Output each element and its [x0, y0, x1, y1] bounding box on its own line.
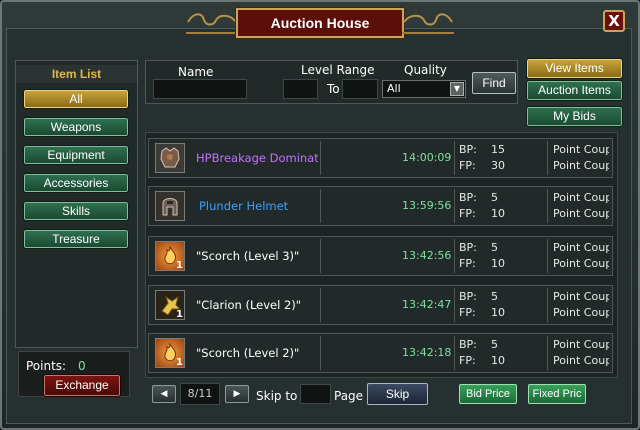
bp-currency: Point Coup	[553, 143, 609, 156]
fp-currency: Point Coup	[553, 354, 609, 367]
bp-value: 5	[491, 338, 498, 351]
scorch-skill-icon: 1	[155, 241, 185, 271]
item-time-left: 13:42:56	[402, 249, 452, 262]
item-time-left: 14:00:09	[402, 151, 452, 164]
item-time-left: 13:42:18	[402, 346, 452, 359]
view-items-button[interactable]: View Items	[526, 58, 623, 79]
chevron-down-icon[interactable]: ▼	[450, 82, 464, 96]
fp-label: FP:	[459, 159, 476, 172]
bp-label: BP:	[459, 241, 477, 254]
quality-select-value: All	[387, 82, 401, 95]
title-ornament-right	[402, 10, 454, 34]
fp-currency: Point Coup	[553, 306, 609, 319]
skip-page-input[interactable]	[300, 384, 331, 404]
item-name: HPBreakage Dominato	[196, 151, 318, 165]
bp-value: 5	[491, 191, 498, 204]
fp-currency: Point Coup	[553, 207, 609, 220]
item-name: Plunder Helmet	[199, 199, 289, 213]
bp-currency: Point Coup	[553, 241, 609, 254]
my-bids-button[interactable]: My Bids	[526, 106, 623, 127]
category-equipment-button[interactable]: Equipment	[23, 145, 129, 165]
bp-currency: Point Coup	[553, 290, 609, 303]
find-button-label: Find	[482, 76, 506, 90]
fp-label: FP:	[459, 354, 476, 367]
fp-label: FP:	[459, 306, 476, 319]
fixed-price-button[interactable]: Fixed Pric	[528, 384, 586, 404]
category-all-button[interactable]: All	[23, 89, 129, 109]
scorch-skill-icon: 1	[155, 338, 185, 368]
category-treasure-button[interactable]: Treasure	[23, 229, 129, 249]
bp-label: BP:	[459, 191, 477, 204]
name-label: Name	[178, 65, 214, 79]
chevron-right-icon: ▶	[233, 389, 241, 399]
category-weapons-button[interactable]: Weapons	[23, 117, 129, 137]
item-quantity: 1	[176, 309, 183, 320]
exchange-button[interactable]: Exchange	[43, 374, 121, 397]
category-accessories-button[interactable]: Accessories	[23, 173, 129, 193]
fp-label: FP:	[459, 257, 476, 270]
auction-items-button[interactable]: Auction Items	[526, 80, 623, 101]
quality-label: Quality	[404, 63, 447, 77]
window-title: Auction House	[235, 7, 405, 39]
item-quantity: 1	[176, 260, 183, 271]
bp-label: BP:	[459, 338, 477, 351]
chevron-left-icon: ◀	[160, 389, 168, 399]
name-input[interactable]	[153, 79, 247, 99]
item-list-title: Item List	[16, 65, 137, 83]
bp-label: BP:	[459, 290, 477, 303]
bp-value: 5	[491, 241, 498, 254]
to-label: To	[327, 82, 340, 96]
item-name: "Scorch (Level 2)"	[196, 346, 300, 360]
skip-button[interactable]: Skip	[367, 383, 428, 405]
page-label: Page	[334, 389, 364, 403]
title-ornament-left	[186, 10, 238, 34]
points-label: Points:	[26, 359, 67, 373]
next-page-button[interactable]: ▶	[225, 385, 249, 403]
fp-value: 10	[491, 257, 505, 270]
bp-currency: Point Coup	[553, 338, 609, 351]
armor-icon	[155, 143, 185, 173]
category-skills-button[interactable]: Skills	[23, 201, 129, 221]
item-time-left: 13:59:56	[402, 199, 452, 212]
fp-value: 10	[491, 207, 505, 220]
auction-row[interactable]: 1 "Scorch (Level 2)" 13:42:18 BP: 5 FP: …	[148, 333, 613, 373]
bp-currency: Point Coup	[553, 191, 609, 204]
skip-to-label: Skip to	[256, 389, 298, 403]
auction-row[interactable]: Plunder Helmet 13:59:56 BP: 5 FP: 10 Poi…	[148, 186, 613, 226]
level-range-label: Level Range	[301, 63, 375, 77]
item-name: "Clarion (Level 2)"	[196, 298, 302, 312]
auction-row[interactable]: 1 "Clarion (Level 2)" 13:42:47 BP: 5 FP:…	[148, 285, 613, 325]
fp-currency: Point Coup	[553, 159, 609, 172]
auction-row[interactable]: HPBreakage Dominato 14:00:09 BP: 15 FP: …	[148, 138, 613, 178]
fp-value: 10	[491, 306, 505, 319]
previous-page-button[interactable]: ◀	[152, 385, 176, 403]
bid-price-button[interactable]: Bid Price	[459, 384, 517, 404]
page-indicator: 8/11	[180, 383, 220, 405]
fp-label: FP:	[459, 207, 476, 220]
helmet-icon	[155, 191, 185, 221]
close-button[interactable]: X	[603, 10, 625, 32]
bp-value: 5	[491, 290, 498, 303]
level-min-input[interactable]	[283, 79, 318, 99]
points-value: 0	[78, 359, 86, 373]
bp-value: 15	[491, 143, 505, 156]
bp-label: BP:	[459, 143, 477, 156]
fp-currency: Point Coup	[553, 257, 609, 270]
fp-value: 30	[491, 159, 505, 172]
fp-value: 10	[491, 354, 505, 367]
close-icon: X	[608, 12, 620, 30]
quality-select[interactable]: All ▼	[382, 80, 466, 98]
item-time-left: 13:42:47	[402, 298, 452, 311]
level-max-input[interactable]	[342, 79, 378, 99]
item-quantity: 1	[176, 357, 183, 368]
find-button[interactable]: Find	[472, 72, 516, 94]
item-name: "Scorch (Level 3)"	[196, 249, 300, 263]
auction-row[interactable]: 1 "Scorch (Level 3)" 13:42:56 BP: 5 FP: …	[148, 236, 613, 276]
clarion-skill-icon: 1	[155, 290, 185, 320]
